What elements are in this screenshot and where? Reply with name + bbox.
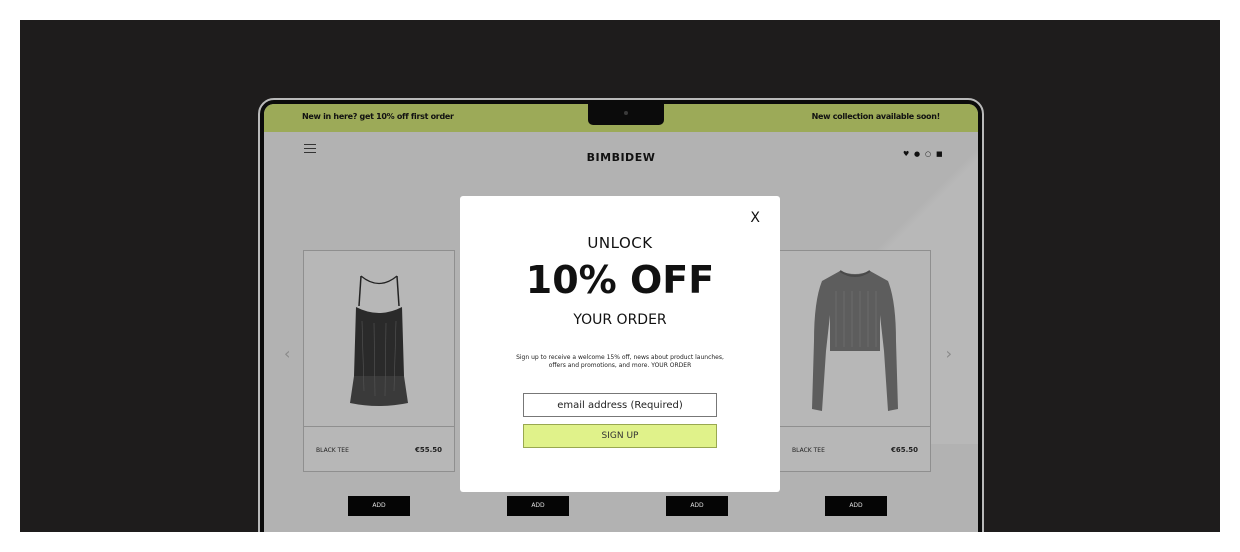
product-image[interactable] bbox=[304, 251, 454, 427]
add-button[interactable]: ADD bbox=[348, 496, 410, 516]
product-price: €55.50 bbox=[414, 446, 442, 454]
product-card[interactable]: BLACK TEE €65.50 bbox=[779, 250, 931, 472]
next-arrow-icon[interactable]: › bbox=[946, 344, 952, 363]
newsletter-modal: X UNLOCK 10% OFF YOUR ORDER Sign up to r… bbox=[460, 196, 780, 492]
product-name: BLACK TEE bbox=[792, 447, 825, 454]
camera-notch bbox=[588, 104, 664, 125]
email-input[interactable] bbox=[523, 393, 717, 417]
announcement-right: New collection available soon! bbox=[811, 112, 941, 121]
add-button[interactable]: ADD bbox=[825, 496, 887, 516]
add-button[interactable]: ADD bbox=[666, 496, 728, 516]
presentation-background: New in here? get 10% off first order New… bbox=[20, 20, 1220, 532]
product-name: BLACK TEE bbox=[316, 447, 349, 454]
product-price: €65.50 bbox=[890, 446, 918, 454]
add-button[interactable]: ADD bbox=[507, 496, 569, 516]
modal-description: Sign up to receive a welcome 15% off, ne… bbox=[516, 354, 724, 369]
product-card[interactable]: BLACK TEE €55.50 bbox=[303, 250, 455, 472]
close-button[interactable]: X bbox=[750, 210, 760, 226]
prev-arrow-icon[interactable]: ‹ bbox=[284, 344, 290, 363]
modal-headline: 10% OFF bbox=[525, 258, 715, 302]
product-image[interactable] bbox=[780, 251, 930, 427]
modal-unlock-text: UNLOCK bbox=[587, 234, 653, 252]
modal-subline: YOUR ORDER bbox=[573, 312, 667, 328]
announcement-left: New in here? get 10% off first order bbox=[302, 112, 454, 121]
camera-icon bbox=[624, 111, 628, 115]
signup-button[interactable]: SIGN UP bbox=[523, 424, 717, 448]
